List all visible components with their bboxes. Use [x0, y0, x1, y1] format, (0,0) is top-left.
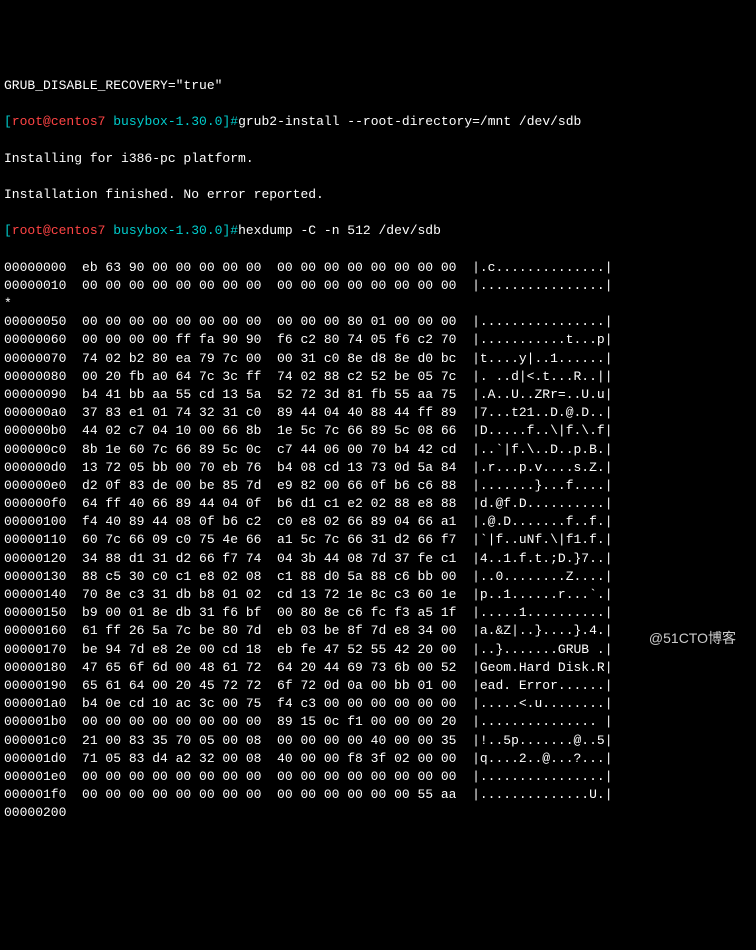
hexdump-line: 00000070 74 02 b2 80 ea 79 7c 00 00 31 c… — [4, 350, 752, 368]
hexdump-line: 00000160 61 ff 26 5a 7c be 80 7d eb 03 b… — [4, 622, 752, 640]
hexdump-line: 000000d0 13 72 05 bb 00 70 eb 76 b4 08 c… — [4, 459, 752, 477]
hexdump-line: 00000090 b4 41 bb aa 55 cd 13 5a 52 72 3… — [4, 386, 752, 404]
hexdump-line: 000000a0 37 83 e1 01 74 32 31 c0 89 44 0… — [4, 404, 752, 422]
hexdump-line: 00000190 65 61 64 00 20 45 72 72 6f 72 0… — [4, 677, 752, 695]
hexdump-line: 00000130 88 c5 30 c0 c1 e8 02 08 c1 88 d… — [4, 568, 752, 586]
hexdump-output: 00000000 eb 63 90 00 00 00 00 00 00 00 0… — [4, 259, 752, 823]
hexdump-line: 000001a0 b4 0e cd 10 ac 3c 00 75 f4 c3 0… — [4, 695, 752, 713]
hexdump-line: 00000010 00 00 00 00 00 00 00 00 00 00 0… — [4, 277, 752, 295]
hexdump-line: * — [4, 295, 752, 313]
hexdump-line: 000001c0 21 00 83 35 70 05 00 08 00 00 0… — [4, 732, 752, 750]
hexdump-line: 00000050 00 00 00 00 00 00 00 00 00 00 0… — [4, 313, 752, 331]
terminal-output: GRUB_DISABLE_RECOVERY="true" — [4, 77, 752, 95]
install-msg-1: Installing for i386-pc platform. — [4, 150, 752, 168]
hexdump-line: 000001b0 00 00 00 00 00 00 00 00 89 15 0… — [4, 713, 752, 731]
hexdump-line: 00000140 70 8e c3 31 db b8 01 02 cd 13 7… — [4, 586, 752, 604]
hexdump-line: 00000100 f4 40 89 44 08 0f b6 c2 c0 e8 0… — [4, 513, 752, 531]
hexdump-line: 000000c0 8b 1e 60 7c 66 89 5c 0c c7 44 0… — [4, 441, 752, 459]
hexdump-line: 00000000 eb 63 90 00 00 00 00 00 00 00 0… — [4, 259, 752, 277]
hexdump-line: 00000200 — [4, 804, 752, 822]
hexdump-line: 000000e0 d2 0f 83 de 00 be 85 7d e9 82 0… — [4, 477, 752, 495]
hexdump-line: 000000f0 64 ff 40 66 89 44 04 0f b6 d1 c… — [4, 495, 752, 513]
hexdump-line: 00000060 00 00 00 00 ff fa 90 90 f6 c2 8… — [4, 331, 752, 349]
hexdump-line: 00000080 00 20 fb a0 64 7c 3c ff 74 02 8… — [4, 368, 752, 386]
prompt-line-2: [root@centos7 busybox-1.30.0]#hexdump -C… — [4, 222, 752, 240]
hexdump-line: 00000110 60 7c 66 09 c0 75 4e 66 a1 5c 7… — [4, 531, 752, 549]
hexdump-line: 00000170 be 94 7d e8 2e 00 cd 18 eb fe 4… — [4, 641, 752, 659]
hexdump-line: 00000180 47 65 6f 6d 00 48 61 72 64 20 4… — [4, 659, 752, 677]
hexdump-line: 000001d0 71 05 83 d4 a2 32 00 08 40 00 0… — [4, 750, 752, 768]
prompt-line-1: [root@centos7 busybox-1.30.0]#grub2-inst… — [4, 113, 752, 131]
watermark: @51CTO博客 — [649, 629, 736, 649]
hexdump-line: 000001e0 00 00 00 00 00 00 00 00 00 00 0… — [4, 768, 752, 786]
hexdump-line: 00000150 b9 00 01 8e db 31 f6 bf 00 80 8… — [4, 604, 752, 622]
install-msg-2: Installation finished. No error reported… — [4, 186, 752, 204]
hexdump-line: 00000120 34 88 d1 31 d2 66 f7 74 04 3b 4… — [4, 550, 752, 568]
hexdump-line: 000001f0 00 00 00 00 00 00 00 00 00 00 0… — [4, 786, 752, 804]
hexdump-line: 000000b0 44 02 c7 04 10 00 66 8b 1e 5c 7… — [4, 422, 752, 440]
